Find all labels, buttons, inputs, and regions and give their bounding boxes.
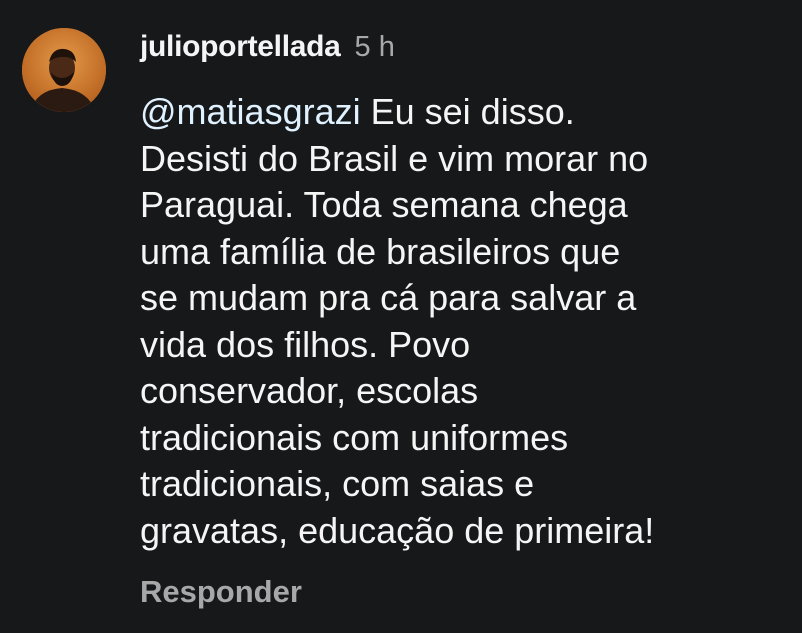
comment-line: Paraguai. Toda semana chega — [140, 184, 628, 225]
comment-line: vida dos filhos. Povo — [140, 323, 471, 365]
comment-text: @matiasgrazi Eu sei disso. Desisti do Br… — [140, 89, 780, 554]
comment-line: conservador, escolas — [140, 370, 479, 411]
comment-line: uma família de brasileiros que — [140, 230, 621, 272]
comment-line: @matiasgrazi Eu sei disso. — [140, 89, 780, 136]
comment-line: tradicionais com uniformes — [140, 416, 569, 458]
comment-header: julioportellada 5 h — [140, 30, 395, 70]
username-link[interactable]: julioportellada — [140, 30, 341, 64]
comment-line: se mudam pra cá para salvar a — [140, 277, 637, 318]
user-avatar[interactable] — [22, 28, 106, 112]
comment-item: julioportellada 5 h @matiasgrazi Eu sei … — [0, 0, 802, 633]
reply-button[interactable]: Responder — [140, 574, 302, 610]
comment-line: tradicionais, com saias e — [140, 463, 535, 504]
mention-link[interactable]: @matiasgrazi — [140, 91, 361, 132]
avatar-photo-icon — [22, 28, 106, 112]
comment-line: Desisti do Brasil e vim morar no — [140, 137, 649, 179]
comment-line: gravatas, educação de primeira! — [140, 509, 655, 551]
timestamp: 5 h — [354, 31, 395, 63]
comment-line-text: Eu sei disso. — [360, 91, 575, 132]
